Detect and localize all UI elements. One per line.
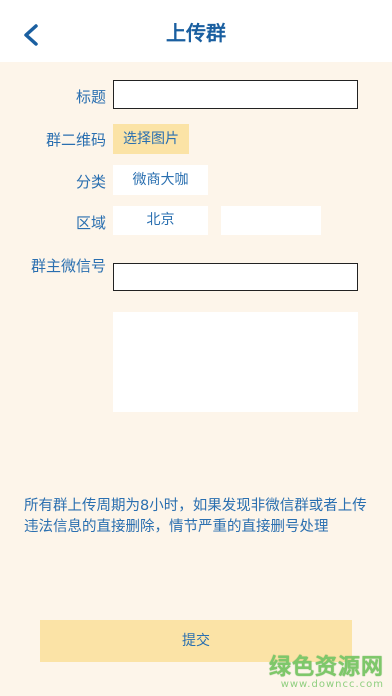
page-title: 上传群 xyxy=(166,21,226,45)
category-select[interactable]: 微商大咖 xyxy=(113,165,208,195)
region-label: 区域 xyxy=(75,214,106,232)
title-input[interactable] xyxy=(113,80,358,109)
owner-wechat-label: 群主微信号 xyxy=(30,257,106,275)
watermark: 绿色资源网 www.downcc.com xyxy=(269,649,384,690)
choose-image-button[interactable]: 选择图片 xyxy=(113,124,189,154)
upload-form: 标题 群二维码 选择图片 分类 微商大咖 区域 北京 群主微信号 所有群上传周期… xyxy=(0,62,392,696)
qrcode-label: 群二维码 xyxy=(45,131,106,149)
title-label: 标题 xyxy=(75,88,106,106)
watermark-sub: www.downcc.com xyxy=(280,679,384,690)
category-label: 分类 xyxy=(75,173,106,191)
region-select[interactable]: 北京 xyxy=(113,206,208,235)
watermark-main: 绿色资源网 xyxy=(268,655,384,680)
header-bar: 上传群 xyxy=(0,0,392,62)
description-textarea[interactable] xyxy=(113,312,358,412)
region-sub-select[interactable] xyxy=(221,206,321,235)
owner-wechat-input[interactable] xyxy=(113,263,358,291)
upload-notice: 所有群上传周期为8小时，如果发现非微信群或者上传违法信息的直接删除，情节严重的直… xyxy=(24,498,367,535)
